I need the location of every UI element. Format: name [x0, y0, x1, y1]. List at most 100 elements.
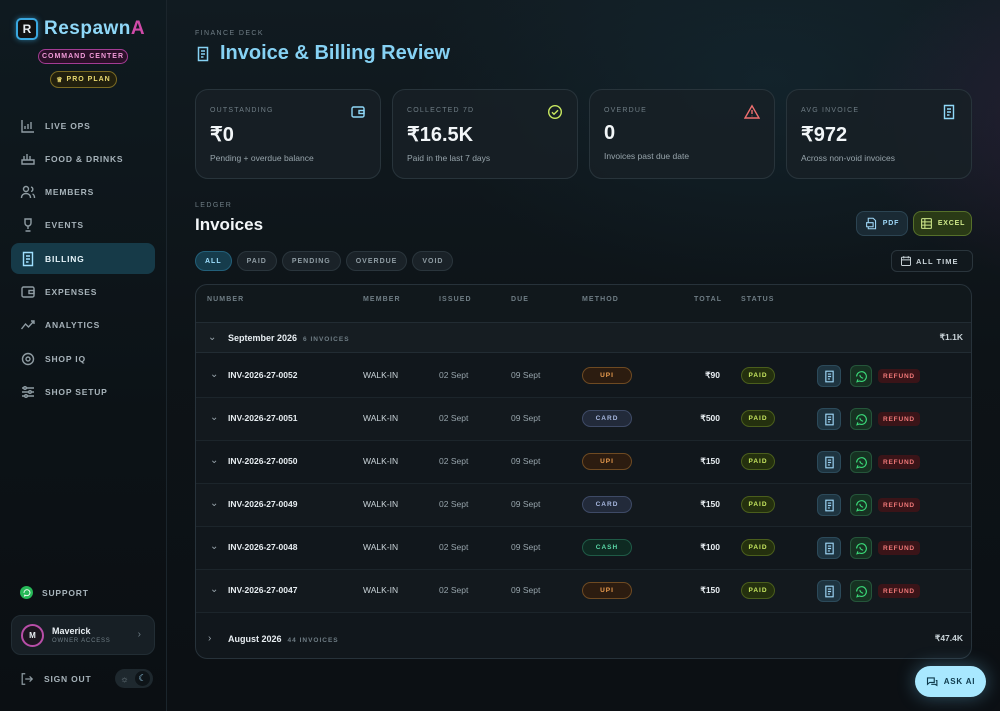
stat-card-avg-invoice: AVG INVOICE ₹972 Across non-void invoice…	[786, 89, 972, 179]
chevron-down-icon[interactable]: ⌄	[210, 412, 218, 423]
sidebar-item-shop-setup[interactable]: SHOP SETUP	[11, 376, 155, 407]
whatsapp-share-button[interactable]	[850, 365, 872, 387]
whatsapp-icon	[855, 456, 867, 469]
column-header-member[interactable]: MEMBER	[363, 296, 401, 303]
refund-button[interactable]: REFUND	[878, 498, 920, 512]
table-row[interactable]: ⌄ INV-2026-27-0047 WALK-IN 02 Sept 09 Sept UP…	[196, 570, 971, 613]
moon-icon[interactable]: ☾	[135, 671, 150, 686]
ask-ai-button[interactable]: ASK AI	[915, 666, 986, 697]
view-invoice-button[interactable]	[817, 408, 841, 430]
sidebar-item-shop-iq[interactable]: SHOP IQ	[11, 343, 155, 374]
table-row[interactable]: ⌄ INV-2026-27-0051 WALK-IN 02 Sept 09 Sept CA…	[196, 398, 971, 441]
column-header-method[interactable]: METHOD	[582, 296, 619, 303]
receipt-icon	[824, 370, 834, 382]
brain-icon	[21, 352, 35, 365]
whatsapp-share-button[interactable]	[850, 580, 872, 602]
month-group-total: ₹1.1K	[939, 332, 963, 342]
date-range-select[interactable]: ALL TIME	[891, 250, 973, 272]
filter-chip-all[interactable]: ALL	[195, 251, 232, 271]
sign-out-button[interactable]: SIGN OUT	[20, 672, 92, 686]
filter-chip-pending[interactable]: PENDING	[281, 251, 341, 271]
filter-chip-paid[interactable]: PAID	[236, 251, 277, 271]
chevron-down-icon[interactable]: ⌄	[210, 455, 218, 466]
column-header-due[interactable]: DUE	[511, 296, 529, 303]
month-group-title: August 2026 44 INVOICES	[228, 634, 339, 644]
view-invoice-button[interactable]	[817, 494, 841, 516]
invoice-due-date: 09 Sept	[511, 413, 541, 423]
invoice-total: ₹150	[700, 456, 720, 466]
invoice-issued-date: 02 Sept	[439, 413, 469, 423]
filter-chip-overdue[interactable]: OVERDUE	[345, 251, 408, 271]
sidebar-item-members[interactable]: MEMBERS	[11, 177, 155, 208]
view-invoice-button[interactable]	[817, 580, 841, 602]
export-excel-button[interactable]: EXCEL	[913, 211, 972, 236]
sidebar-item-events[interactable]: EVENTS	[11, 210, 155, 241]
section-title: Invoices	[195, 215, 264, 234]
view-invoice-button[interactable]	[817, 365, 841, 387]
month-group-total: ₹47.4K	[934, 633, 963, 643]
refund-button[interactable]: REFUND	[878, 455, 920, 469]
user-card[interactable]: M Maverick OWNER ACCESS ›	[11, 615, 155, 655]
invoice-issued-date: 02 Sept	[439, 542, 469, 552]
invoice-member: WALK-IN	[363, 542, 399, 552]
stat-card-overdue: OVERDUE 0 Invoices past due date	[589, 89, 775, 179]
export-pdf-button[interactable]: PDF	[856, 211, 908, 236]
sidebar-item-billing[interactable]: BILLING	[11, 243, 155, 275]
stat-value: ₹0	[210, 124, 234, 146]
invoice-table: NUMBER MEMBER ISSUED DUE METHOD TOTAL ST…	[195, 284, 972, 659]
sidebar-item-expenses[interactable]: EXPENSES	[11, 276, 155, 307]
month-group-september[interactable]: ⌄ September 2026 6 INVOICES ₹1.1K	[196, 322, 971, 353]
support-link[interactable]: SUPPORT	[20, 586, 89, 599]
chevron-down-icon[interactable]: ⌄	[210, 584, 218, 595]
theme-toggle[interactable]: ☼ ☾	[115, 669, 153, 688]
table-header: NUMBER MEMBER ISSUED DUE METHOD TOTAL ST…	[196, 285, 971, 315]
month-group-count: 6 INVOICES	[303, 335, 350, 343]
main-content: FINANCE DECK Invoice & Billing Review OU…	[167, 0, 1000, 711]
sidebar-item-food-drinks[interactable]: FOOD & DRINKS	[11, 143, 155, 174]
stat-value: 0	[604, 122, 616, 144]
invoice-due-date: 09 Sept	[511, 585, 541, 595]
invoice-due-date: 09 Sept	[511, 456, 541, 466]
view-invoice-button[interactable]	[817, 451, 841, 473]
crown-icon: ♕	[56, 76, 64, 84]
column-header-status[interactable]: STATUS	[741, 296, 775, 303]
column-header-total[interactable]: TOTAL	[694, 296, 722, 303]
brand-name-main: Respawn	[44, 18, 131, 39]
table-row[interactable]: ⌄ INV-2026-27-0050 WALK-IN 02 Sept 09 Sept UP…	[196, 441, 971, 484]
whatsapp-share-button[interactable]	[850, 451, 872, 473]
sun-icon[interactable]: ☼	[118, 674, 131, 684]
refund-button[interactable]: REFUND	[878, 412, 920, 426]
column-header-number[interactable]: NUMBER	[207, 296, 244, 303]
refund-button[interactable]: REFUND	[878, 369, 920, 383]
whatsapp-share-button[interactable]	[850, 537, 872, 559]
chevron-right-icon[interactable]: ›	[208, 633, 211, 644]
refund-button[interactable]: REFUND	[878, 541, 920, 555]
chevron-down-icon[interactable]: ⌄	[210, 498, 218, 509]
table-row[interactable]: ⌄ INV-2026-27-0049 WALK-IN 02 Sept 09 Sept CA…	[196, 484, 971, 527]
filter-chip-void[interactable]: VOID	[412, 251, 454, 271]
brand[interactable]: R RespawnA	[16, 18, 145, 40]
month-group-name: August 2026	[228, 633, 282, 644]
sidebar-item-analytics[interactable]: ANALYTICS	[11, 310, 155, 341]
whatsapp-share-button[interactable]	[850, 408, 872, 430]
chevron-down-icon[interactable]: ⌄	[210, 369, 218, 380]
month-group-august[interactable]: › August 2026 44 INVOICES ₹47.4K	[196, 623, 971, 654]
receipt-icon	[824, 456, 834, 468]
chevron-down-icon[interactable]: ⌄	[210, 541, 218, 552]
invoice-total: ₹90	[705, 370, 720, 380]
receipt-icon	[943, 104, 955, 120]
receipt-icon	[197, 46, 209, 61]
chevron-down-icon[interactable]: ⌄	[208, 332, 216, 343]
refund-button[interactable]: REFUND	[878, 584, 920, 598]
view-invoice-button[interactable]	[817, 537, 841, 559]
invoice-member: WALK-IN	[363, 456, 399, 466]
stat-subtitle: Invoices past due date	[604, 151, 690, 161]
payment-method-badge: UPI	[582, 582, 632, 599]
column-header-issued[interactable]: ISSUED	[439, 296, 472, 303]
table-row[interactable]: ⌄ INV-2026-27-0052 WALK-IN 02 Sept 09 Sept UP…	[196, 355, 971, 398]
table-row[interactable]: ⌄ INV-2026-27-0048 WALK-IN 02 Sept 09 Sept CA…	[196, 527, 971, 570]
whatsapp-share-button[interactable]	[850, 494, 872, 516]
date-range-label: ALL TIME	[916, 256, 959, 266]
status-badge: PAID	[741, 496, 775, 513]
sidebar-item-live-ops[interactable]: LIVE OPS	[11, 110, 155, 141]
